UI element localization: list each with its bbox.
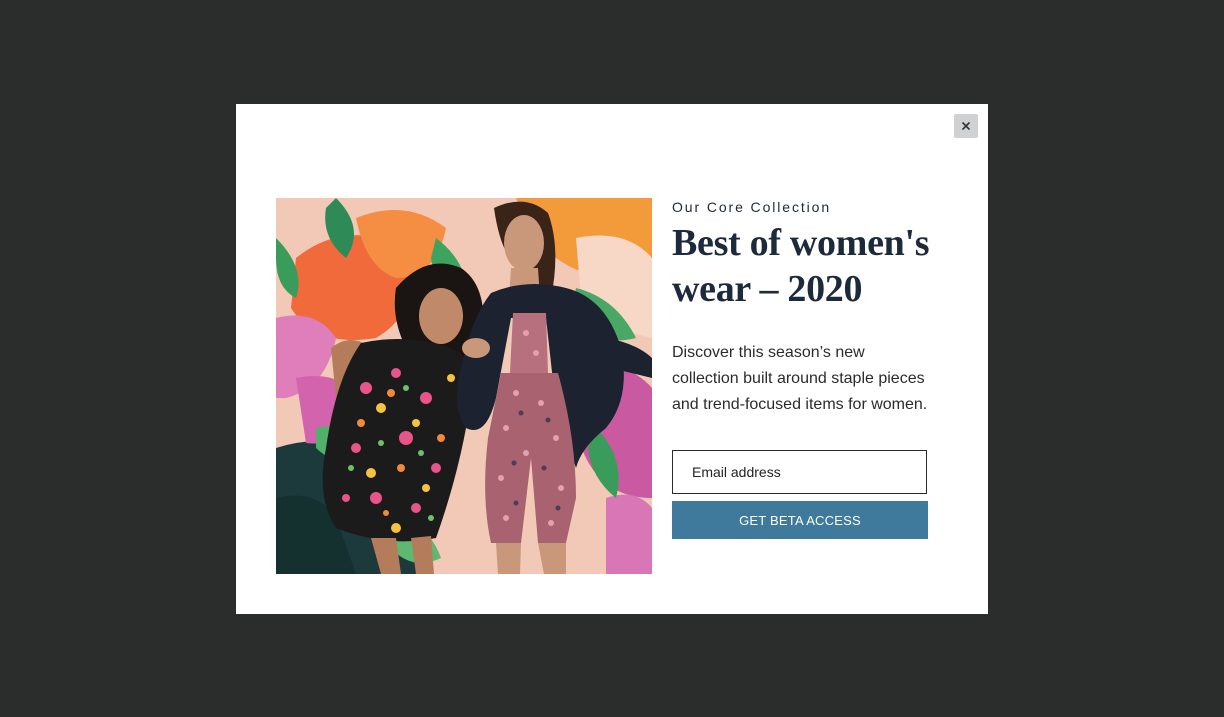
hero-image bbox=[276, 198, 652, 574]
signup-modal: Our Core Collection Best of women's wear… bbox=[236, 104, 988, 614]
email-field[interactable] bbox=[673, 451, 926, 493]
eyebrow-text: Our Core Collection bbox=[672, 199, 832, 215]
modal-description: Discover this season’s new collection bu… bbox=[672, 344, 928, 413]
email-field-wrapper bbox=[672, 450, 927, 494]
get-beta-access-button[interactable]: GET BETA ACCESS bbox=[672, 501, 928, 539]
close-icon bbox=[961, 121, 971, 131]
close-button[interactable] bbox=[954, 114, 978, 138]
modal-content: Our Core Collection Best of women's wear… bbox=[672, 198, 948, 418]
modal-title: Best of women's wear – 2020 bbox=[672, 222, 930, 310]
